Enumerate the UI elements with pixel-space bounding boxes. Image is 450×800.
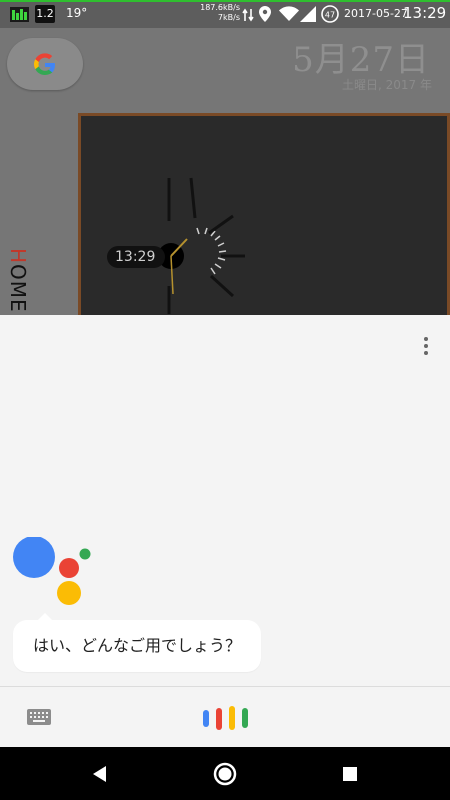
temperature-text: 19° [66, 6, 88, 20]
battery-icon: 47 [321, 5, 339, 23]
battery-level-text: 47 [325, 10, 335, 19]
status-bar: 1.2 19° 187.6kB/s 7kB/s 47 2017-05-27 13… [0, 0, 450, 28]
clock-widget[interactable] [78, 113, 450, 323]
location-icon [259, 6, 271, 22]
google-search-pill[interactable] [7, 38, 83, 90]
voice-input-icon[interactable] [203, 706, 249, 730]
status-accent-line [0, 0, 450, 2]
network-rates: 187.6kB/s 7kB/s [196, 3, 240, 23]
home-button-icon[interactable] [211, 760, 239, 788]
wifi-icon [279, 6, 299, 21]
back-icon[interactable] [86, 760, 114, 788]
keyboard-icon[interactable] [27, 709, 51, 725]
input-divider [0, 686, 450, 687]
equalizer-icon [10, 7, 29, 22]
home-date-widget: 5月27日 [292, 40, 430, 80]
status-date: 2017-05-27 [344, 7, 408, 20]
home-weekday-text: 土曜日, 2017 年 [342, 78, 432, 92]
assistant-panel: はい、どんなご用でしょう？ [0, 315, 450, 747]
signal-icon [300, 6, 316, 22]
assistant-prompt-bubble: はい、どんなご用でしょう？ [13, 613, 262, 672]
home-label-initial: H [6, 248, 30, 265]
more-options-icon[interactable] [418, 335, 434, 357]
rate-down-text: 7kB/s [217, 13, 240, 22]
assistant-dots-icon [13, 537, 91, 605]
clock-face-icon [158, 177, 245, 314]
status-badge: 1.2 [35, 5, 55, 23]
recents-icon[interactable] [336, 760, 364, 788]
navigation-bar [0, 747, 450, 800]
data-transfer-icon [242, 8, 254, 22]
rate-up-text: 187.6kB/s [200, 3, 240, 12]
home-screen-background: 5月27日 土曜日, 2017 年 13:29 HOME [0, 28, 450, 326]
google-logo-icon [34, 53, 55, 75]
home-vertical-label: HOME [6, 248, 30, 313]
clock-time-label: 13:29 [107, 246, 165, 268]
status-time: 13:29 [403, 4, 447, 22]
